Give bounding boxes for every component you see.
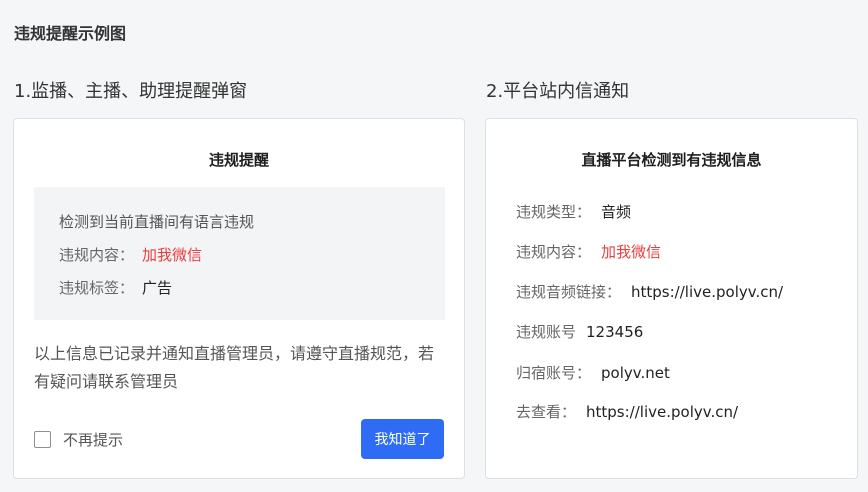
info-row-owner-account: 归宿账号： polyv.net <box>516 362 670 383</box>
info-row-audio-link: 违规音频链接： https://live.polyv.cn/ <box>516 281 783 302</box>
violation-dialog-card: 违规提醒 检测到当前直播间有语言违规 违规内容： 加我微信 违规标签： 广告 以上信… <box>13 118 465 479</box>
info-label-type: 违规类型： <box>516 203 592 221</box>
info-label-audio-link: 违规音频链接： <box>516 283 622 301</box>
info-row-view: 去查看： https://live.polyv.cn/ <box>516 401 738 422</box>
audio-link[interactable]: https://live.polyv.cn/ <box>631 283 783 301</box>
dont-show-again-row[interactable]: 不再提示 <box>34 429 123 450</box>
section-title-message: 2.平台站内信通知 <box>486 81 630 102</box>
page-title: 违规提醒示例图 <box>14 24 127 43</box>
info-value-account: 123456 <box>586 323 644 341</box>
info-value-owner-account: polyv.net <box>601 364 670 382</box>
section-title-popup: 1.监播、主播、助理提醒弹窗 <box>14 81 248 102</box>
violation-content-label: 违规内容： <box>59 246 135 264</box>
info-value-content: 加我微信 <box>601 243 662 261</box>
info-row-content: 违规内容： 加我微信 <box>516 241 661 262</box>
info-label-owner-account: 归宿账号： <box>516 364 592 382</box>
platform-message-card: 直播平台检测到有违规信息 违规类型： 音频 违规内容： 加我微信 违规音频链接： ht… <box>485 118 858 479</box>
info-label-view: 去查看： <box>516 403 577 421</box>
violation-detail-box: 检测到当前直播间有语言违规 违规内容： 加我微信 违规标签： 广告 <box>34 187 445 320</box>
info-label-account: 违规账号 <box>516 323 577 341</box>
got-it-button[interactable]: 我知道了 <box>361 419 444 459</box>
dialog-title: 违规提醒 <box>208 151 269 169</box>
violation-content-value: 加我微信 <box>142 246 203 264</box>
info-label-content: 违规内容： <box>516 243 592 261</box>
view-link[interactable]: https://live.polyv.cn/ <box>586 403 738 421</box>
violation-content-line: 违规内容： 加我微信 <box>59 244 202 265</box>
info-value-type: 音频 <box>601 203 632 221</box>
violation-tag-line: 违规标签： 广告 <box>59 277 172 298</box>
violation-tag-value: 广告 <box>142 279 173 297</box>
dont-show-again-label[interactable]: 不再提示 <box>63 429 123 450</box>
info-row-type: 违规类型： 音频 <box>516 201 631 222</box>
detected-text: 检测到当前直播间有语言违规 <box>59 213 255 231</box>
violation-tag-label: 违规标签： <box>59 279 135 297</box>
message-title: 直播平台检测到有违规信息 <box>581 151 762 169</box>
notice-text: 以上信息已记录并通知直播管理员，请遵守直播规范，若有疑问请联系管理员 <box>34 344 435 391</box>
info-row-account: 违规账号 123456 <box>516 321 643 342</box>
dont-show-again-checkbox[interactable] <box>34 431 51 448</box>
